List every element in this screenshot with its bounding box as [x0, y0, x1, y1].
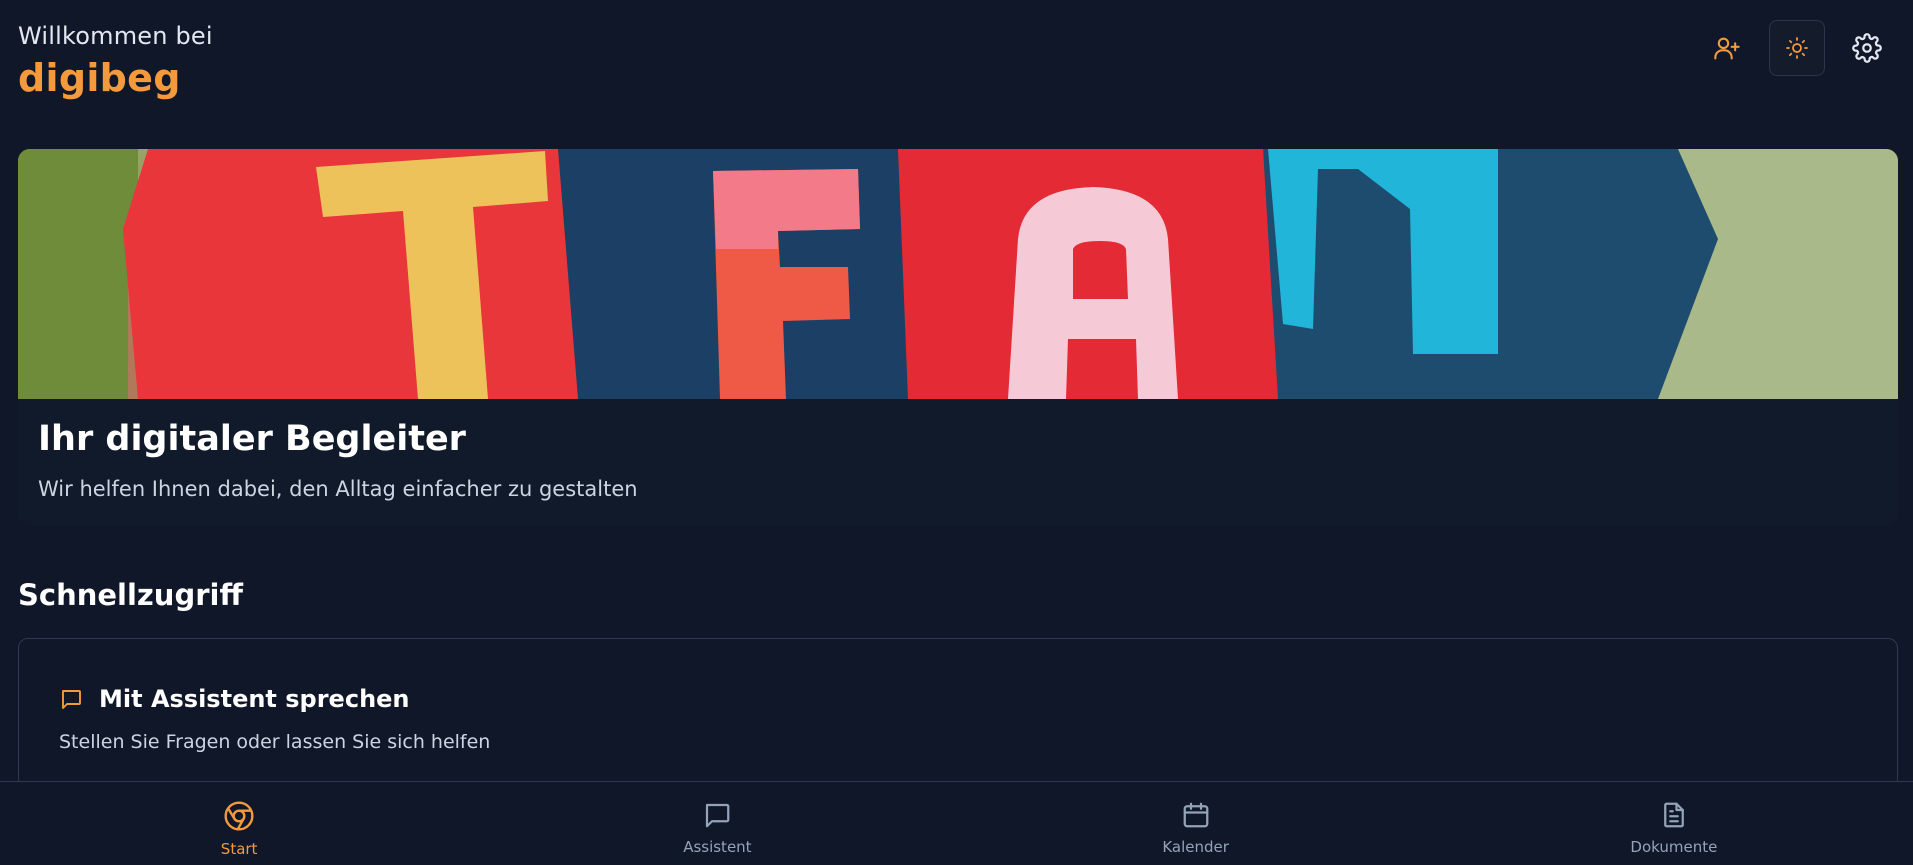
chrome-icon — [224, 801, 254, 831]
gear-icon — [1852, 33, 1882, 63]
theme-toggle-button[interactable] — [1769, 20, 1825, 76]
app-page: Willkommen bei digibeg Ihr digitaler Beg… — [0, 0, 1913, 865]
quick-access-title: Schnellzugriff — [18, 578, 243, 612]
hero-image — [18, 149, 1898, 399]
welcome-text: Willkommen bei — [18, 22, 213, 50]
assistant-card-title: Mit Assistent sprechen — [99, 685, 410, 713]
nav-label-start: Start — [220, 840, 258, 858]
chat-icon — [62, 690, 81, 709]
bottom-navigation: Start Assistent Kalender Dokumente — [0, 781, 1913, 865]
nav-label-documents: Dokumente — [1630, 838, 1718, 856]
hero-subtitle: Wir helfen Ihnen dabei, den Alltag einfa… — [38, 477, 638, 501]
nav-item-start[interactable]: Start — [0, 782, 478, 865]
nav-item-documents[interactable]: Dokumente — [1435, 782, 1913, 865]
calendar-icon — [1183, 802, 1208, 828]
chat-icon — [706, 803, 730, 828]
nav-item-calendar[interactable]: Kalender — [957, 782, 1435, 865]
user-plus-icon — [1714, 37, 1740, 60]
brand-name: digibeg — [18, 56, 181, 100]
add-user-button[interactable] — [1699, 20, 1755, 76]
hero-text: Ihr digitaler Begleiter Wir helfen Ihnen… — [38, 419, 638, 501]
assistant-card-subtitle: Stellen Sie Fragen oder lassen Sie sich … — [59, 731, 491, 753]
sun-icon — [1786, 37, 1808, 59]
settings-button[interactable] — [1839, 20, 1895, 76]
nav-label-assistant: Assistent — [683, 838, 752, 856]
nav-item-assistant[interactable]: Assistent — [478, 782, 956, 865]
header: Willkommen bei digibeg — [18, 22, 213, 100]
header-actions — [1699, 20, 1895, 76]
hero-card: Ihr digitaler Begleiter Wir helfen Ihnen… — [18, 149, 1898, 525]
document-icon — [1664, 802, 1684, 828]
assistant-card-header: Mit Assistent sprechen — [59, 685, 410, 713]
nav-label-calendar: Kalender — [1162, 838, 1229, 856]
hero-title: Ihr digitaler Begleiter — [38, 419, 466, 459]
